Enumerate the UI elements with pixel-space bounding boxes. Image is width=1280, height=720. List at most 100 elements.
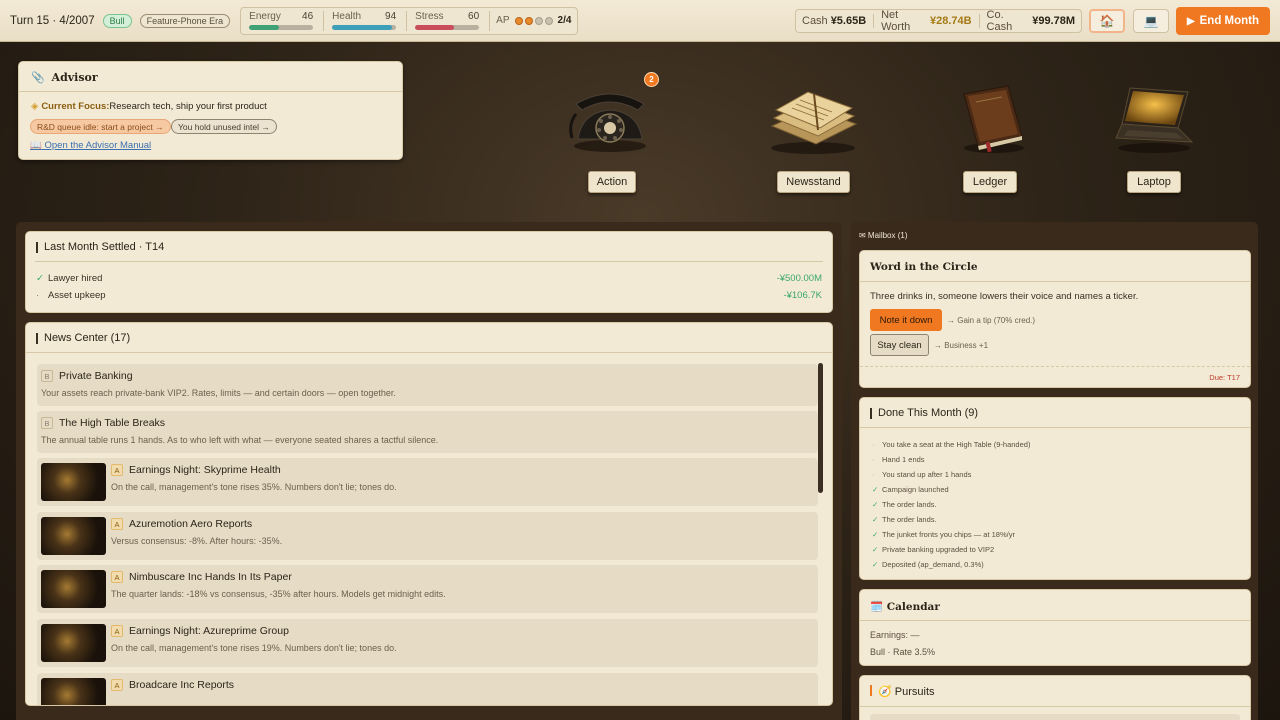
paperclip-icon: 📎 bbox=[31, 71, 45, 84]
news-item[interactable]: A Azuremotion Aero Reports Versus consens… bbox=[37, 512, 818, 560]
action-points: AP 2/4 bbox=[496, 15, 571, 26]
ap-label: AP bbox=[496, 15, 510, 26]
rotary-phone-icon[interactable] bbox=[568, 84, 652, 154]
divider bbox=[35, 261, 823, 262]
divider bbox=[406, 10, 408, 31]
news-tier-tag: B bbox=[41, 370, 53, 383]
bullet-icon: · bbox=[872, 455, 875, 464]
pursuits-header: 🧭 Pursuits bbox=[870, 685, 935, 698]
networth-label: Net Worth bbox=[881, 9, 911, 33]
laptop-button[interactable]: Laptop bbox=[1127, 171, 1181, 193]
finance-summary: Cash ¥5.65B Net Worth ¥28.74B Co. Cash ¥… bbox=[795, 9, 1082, 33]
done-row-text: You stand up after 1 hands bbox=[882, 470, 972, 479]
divider bbox=[323, 10, 325, 31]
settled-title: Last Month Settled · T14 bbox=[26, 241, 164, 253]
news-tier-tag: A bbox=[111, 571, 123, 584]
news-item-title: A Azuremotion Aero Reports bbox=[111, 518, 252, 531]
ap-dot-filled bbox=[514, 16, 523, 25]
pursuits-title: Pursuits bbox=[894, 686, 935, 698]
news-item-title: A Nimbuscare Inc Hands In Its Paper bbox=[111, 571, 292, 584]
done-row: ✓ The junket fronts you chips — at 18%/yr bbox=[872, 530, 1015, 539]
action-button[interactable]: Action bbox=[588, 171, 636, 193]
divider bbox=[26, 352, 832, 353]
newspaper-icon[interactable] bbox=[766, 84, 860, 156]
news-title-text: Earnings Night: Skyprime Health bbox=[129, 464, 281, 476]
health-label: Health bbox=[332, 10, 362, 22]
health-fill bbox=[332, 24, 393, 30]
news-item[interactable]: A Earnings Night: Azureprime Group On the… bbox=[37, 619, 818, 667]
calendar-card: 🗓️ Calendar Earnings: — Bull · Rate 3.5% bbox=[859, 589, 1251, 666]
divider bbox=[860, 620, 1250, 621]
news-item[interactable]: B The High Table Breaks The annual table … bbox=[37, 411, 818, 453]
ap-count: 2/4 bbox=[557, 15, 572, 26]
note-it-down-button[interactable]: Note it down bbox=[870, 309, 942, 331]
done-row-text: Campaign launched bbox=[882, 485, 949, 494]
divider bbox=[860, 706, 1250, 707]
news-item-description: On the call, management's tone rises 35%… bbox=[111, 482, 397, 492]
news-thumbnail bbox=[41, 570, 106, 608]
advisor-title: Advisor bbox=[51, 71, 98, 84]
done-row-text: The order lands. bbox=[882, 500, 937, 509]
news-thumbnail bbox=[41, 678, 106, 705]
news-title-text: Private Banking bbox=[59, 370, 133, 382]
pursuits-card: 🧭 Pursuits bbox=[859, 675, 1251, 720]
advisor-header: 📎 Advisor bbox=[19, 62, 402, 92]
done-row: ✓ The order lands. bbox=[872, 500, 937, 509]
news-item[interactable]: B Private Banking Your assets reach priva… bbox=[37, 364, 818, 406]
done-row-text: Hand 1 ends bbox=[882, 455, 925, 464]
current-focus: ◈ Current Focus:Research tech, ship your … bbox=[31, 101, 267, 112]
home-button[interactable]: 🏠 bbox=[1089, 9, 1125, 33]
newsstand-button[interactable]: Newsstand bbox=[777, 171, 850, 193]
energy-label: Energy bbox=[249, 10, 281, 22]
stress-stat: Stress 60 bbox=[413, 10, 480, 32]
news-scrollbar[interactable] bbox=[818, 363, 823, 493]
divider bbox=[978, 14, 980, 28]
news-tier-tag: A bbox=[111, 464, 123, 477]
done-row: · You take a seat at the High Table (9-ha… bbox=[872, 440, 1030, 449]
advisor-manual-link[interactable]: 📖 Open the Advisor Manual bbox=[30, 140, 151, 151]
calendar-header: 🗓️ Calendar bbox=[870, 600, 940, 613]
news-center-title: News Center (17) bbox=[26, 332, 130, 344]
cash-value: ¥5.65B bbox=[830, 15, 867, 27]
check-icon: ✓ bbox=[36, 273, 44, 284]
bullet-icon: · bbox=[872, 470, 875, 479]
health-value: 94 bbox=[385, 10, 397, 22]
diamond-icon: ◈ bbox=[31, 101, 39, 112]
pursuit-item[interactable] bbox=[870, 714, 1240, 720]
due-date: Due: T17 bbox=[1209, 373, 1240, 382]
mail-body: Three drinks in, someone lowers their vo… bbox=[870, 291, 1139, 302]
advisor-panel: 📎 Advisor ◈ Current Focus:Research tech, … bbox=[18, 61, 403, 160]
done-row-text: You take a seat at the High Table (9-han… bbox=[882, 440, 1031, 449]
laptop-view-button[interactable]: 💻 bbox=[1133, 9, 1169, 33]
end-month-label: End Month bbox=[1199, 15, 1260, 27]
news-item[interactable]: A Broadcare Inc Reports bbox=[37, 673, 818, 705]
news-tier-tag: A bbox=[111, 679, 123, 692]
news-item[interactable]: A Earnings Night: Skyprime Health On the … bbox=[37, 458, 818, 506]
stay-clean-hint: → Business +1 bbox=[934, 341, 989, 350]
news-item[interactable]: A Nimbuscare Inc Hands In Its Paper The q… bbox=[37, 565, 818, 613]
advisor-manual-label: Open the Advisor Manual bbox=[44, 140, 152, 151]
done-row-text: Deposited (ap_demand, 0.3%) bbox=[882, 560, 984, 569]
news-title-text: Nimbuscare Inc Hands In Its Paper bbox=[129, 571, 292, 583]
laptop-object-icon[interactable] bbox=[1112, 84, 1196, 156]
check-icon: ✓ bbox=[872, 530, 879, 539]
done-row: ✓ Private banking upgraded to VIP2 bbox=[872, 545, 994, 554]
ledger-book-icon[interactable] bbox=[956, 82, 1030, 156]
stay-clean-button[interactable]: Stay clean bbox=[870, 334, 929, 356]
company-cash-label: Co. Cash bbox=[986, 9, 1013, 33]
unused-intel-chip[interactable]: You hold unused intel → bbox=[171, 119, 277, 134]
news-tier-tag: B bbox=[41, 417, 53, 430]
rnd-idle-chip[interactable]: R&D queue idle: start a project → bbox=[30, 119, 171, 134]
news-title-text: Earnings Night: Azureprime Group bbox=[129, 625, 289, 637]
home-icon: 🏠 bbox=[1099, 14, 1115, 28]
ledger-button[interactable]: Ledger bbox=[963, 171, 1017, 193]
play-icon: ▶ bbox=[1186, 15, 1195, 27]
done-row: · You stand up after 1 hands bbox=[872, 470, 971, 479]
end-month-button[interactable]: ▶ End Month bbox=[1176, 7, 1270, 35]
top-bar: Turn 15 · 4/2007 Bull Feature-Phone Era … bbox=[0, 0, 1280, 42]
laptop-icon: 💻 bbox=[1143, 14, 1159, 28]
news-center-card: News Center (17) B Private Banking Your a… bbox=[25, 322, 833, 706]
mailbox-header: ✉ Mailbox (1) bbox=[859, 231, 908, 240]
market-badge: Bull bbox=[102, 13, 132, 28]
energy-bar bbox=[249, 24, 314, 30]
